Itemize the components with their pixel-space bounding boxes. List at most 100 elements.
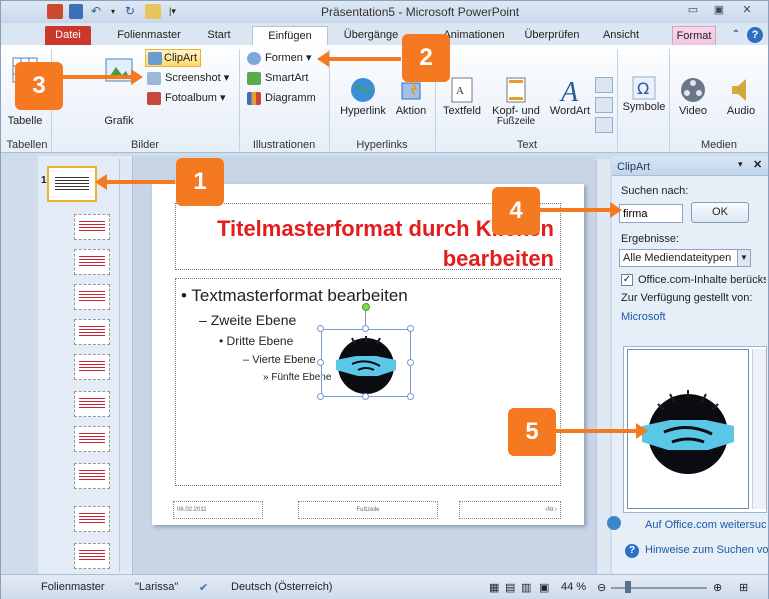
close-pane-icon[interactable]: ✕ — [753, 158, 762, 171]
tab-ansicht[interactable]: Ansicht — [593, 26, 649, 45]
thumbnails-scrollbar[interactable] — [119, 159, 131, 572]
slideshow-icon[interactable]: ▣ — [539, 581, 549, 594]
smartart-button[interactable]: SmartArt — [247, 70, 308, 87]
zoom-out-icon[interactable]: ⊖ — [597, 581, 606, 594]
table-button-label: Tabelle — [7, 115, 43, 127]
search-office-link[interactable]: Auf Office.com weitersuc — [645, 519, 766, 531]
footer-slide-number[interactable]: ‹Nr.› — [459, 501, 561, 519]
resize-handle[interactable] — [317, 325, 324, 332]
layout-thumbnail[interactable] — [74, 543, 110, 569]
layout-thumbnail[interactable] — [74, 391, 110, 417]
slide-sorter-icon[interactable]: ▤ — [505, 581, 515, 594]
smartart-button-label: SmartArt — [265, 72, 309, 84]
rotation-handle[interactable] — [362, 303, 370, 311]
provided-by-label: Zur Verfügung gestellt von: — [621, 292, 753, 304]
wordart-button[interactable]: A WordArt — [547, 75, 593, 117]
chart-button[interactable]: Diagramm — [247, 90, 316, 107]
resize-handle[interactable] — [317, 359, 324, 366]
zoom-slider-thumb[interactable] — [625, 581, 631, 593]
layout-thumbnail[interactable] — [74, 214, 110, 240]
bullet-level-4-text: Vierte Ebene — [252, 354, 316, 366]
tab-einfuegen[interactable]: Einfügen — [252, 26, 328, 45]
tab-folienmaster[interactable]: Folienmaster — [111, 26, 187, 45]
inserted-clipart[interactable] — [321, 329, 411, 397]
layout-thumbnail[interactable] — [74, 284, 110, 310]
resize-handle[interactable] — [407, 393, 414, 400]
screenshot-button-label: Screenshot — [165, 72, 221, 84]
chevron-down-icon[interactable]: ▾ — [111, 4, 119, 19]
provider-link[interactable]: Microsoft — [621, 311, 666, 323]
minimize-icon[interactable]: ▭ — [681, 3, 705, 20]
date-time-icon[interactable] — [595, 77, 613, 93]
layout-thumbnail[interactable] — [74, 506, 110, 532]
symbols-button[interactable]: Ω Symbole — [619, 75, 669, 113]
footer-date[interactable]: 06.02.2011 — [173, 501, 263, 519]
layout-thumbnail[interactable] — [74, 354, 110, 380]
resize-handle[interactable] — [362, 325, 369, 332]
audio-button[interactable]: Audio — [719, 75, 763, 117]
office-content-checkbox[interactable]: ✓ — [621, 274, 633, 286]
callout-3: 3 — [15, 62, 63, 110]
bullet-level-4: – Vierte Ebene — [243, 354, 316, 366]
bullet-level-3: • Dritte Ebene — [219, 334, 294, 348]
pane-options-icon[interactable]: ▾ — [738, 159, 743, 170]
restore-icon[interactable]: ▣ — [707, 3, 731, 20]
layout-thumbnail[interactable] — [74, 249, 110, 275]
tab-uebergaenge[interactable]: Übergänge — [336, 26, 406, 45]
resize-handle[interactable] — [317, 393, 324, 400]
zoom-level[interactable]: 44 % — [561, 581, 586, 593]
spelling-check-icon[interactable]: ✔ — [199, 581, 208, 594]
picture-button[interactable]: Grafik — [97, 55, 141, 127]
callout-3-arrow — [63, 69, 143, 85]
footer-text[interactable]: Fußzeile — [298, 501, 438, 519]
media-type-select[interactable]: Alle Mediendateitypen — [619, 249, 751, 267]
header-footer-button[interactable]: Kopf- und Fußzeile — [485, 75, 547, 127]
ok-button[interactable]: OK — [691, 202, 749, 223]
resize-handle[interactable] — [362, 393, 369, 400]
clipart-pane-title: ClipArt — [617, 161, 651, 173]
callout-2: 2 — [402, 34, 450, 82]
fit-to-window-icon[interactable]: ⊞ — [739, 581, 748, 594]
photo-album-button[interactable]: Fotoalbum ▾ — [147, 90, 226, 107]
canvas-scrollbar[interactable] — [596, 159, 610, 574]
object-icon[interactable] — [595, 117, 613, 133]
results-scrollbar[interactable] — [752, 349, 766, 509]
resize-handle[interactable] — [407, 325, 414, 332]
redo-icon[interactable]: ↻ — [125, 4, 139, 19]
tab-start[interactable]: Start — [196, 26, 242, 45]
theme-name[interactable]: "Larissa" — [135, 581, 178, 593]
help-icon[interactable]: ? — [747, 27, 763, 43]
zoom-in-icon[interactable]: ⊕ — [713, 581, 722, 594]
video-button-label: Video — [679, 105, 707, 117]
layout-thumbnail[interactable] — [74, 463, 110, 489]
undo-icon[interactable]: ↶ — [91, 4, 105, 19]
wordart-icon: A — [559, 77, 579, 105]
resize-handle[interactable] — [407, 359, 414, 366]
hyperlink-button[interactable]: Hyperlink — [333, 75, 393, 117]
screenshot-button[interactable]: Screenshot ▾ — [147, 70, 229, 87]
language-indicator[interactable]: Deutsch (Österreich) — [231, 581, 332, 593]
shapes-button[interactable]: Formen ▾ — [247, 50, 311, 67]
slide-number-icon[interactable] — [595, 97, 613, 113]
customize-quick-access-icon[interactable]: |▾ — [169, 4, 177, 19]
clipart-button[interactable]: ClipArt — [145, 49, 201, 67]
minimize-ribbon-icon[interactable]: ⌃ — [729, 26, 743, 45]
search-input[interactable] — [619, 204, 683, 223]
globe-icon — [351, 78, 375, 102]
video-button[interactable]: Video — [671, 75, 715, 117]
slide-master-thumbnail[interactable] — [47, 166, 97, 202]
smartart-icon — [247, 72, 261, 85]
layout-thumbnail[interactable] — [74, 426, 110, 452]
chevron-down-icon[interactable]: ▼ — [737, 250, 750, 266]
normal-view-icon[interactable]: ▦ — [489, 581, 499, 594]
tab-datei[interactable]: Datei — [45, 26, 91, 45]
open-folder-icon[interactable] — [145, 4, 161, 19]
tab-format[interactable]: Format — [672, 26, 716, 45]
layout-thumbnail[interactable] — [74, 319, 110, 345]
search-tips-link[interactable]: Hinweise zum Suchen von — [645, 544, 769, 556]
close-icon[interactable]: ✕ — [735, 3, 759, 20]
group-medien-label: Medien — [700, 139, 738, 151]
reading-view-icon[interactable]: ▥ — [521, 581, 531, 594]
save-icon[interactable] — [69, 4, 83, 19]
tab-ueberpruefen[interactable]: Überprüfen — [519, 26, 585, 45]
